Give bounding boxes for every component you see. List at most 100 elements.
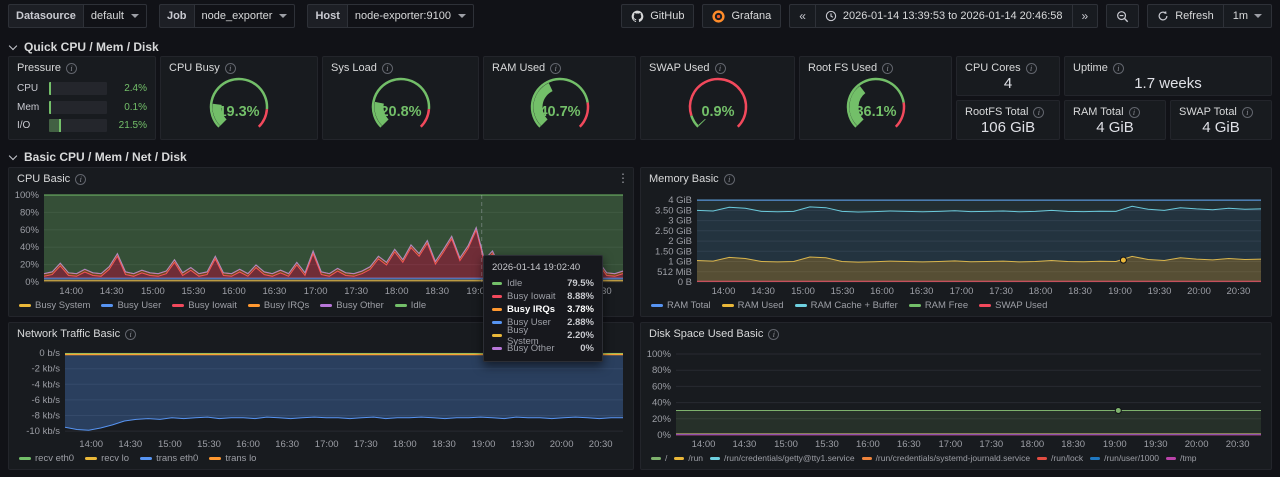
panel-title[interactable]: Network Traffic Basic xyxy=(17,328,120,340)
datasource-picker[interactable]: Datasource default xyxy=(8,4,147,28)
svg-text:15:00: 15:00 xyxy=(158,439,182,449)
info-icon[interactable]: i xyxy=(225,63,236,74)
svg-text:14:30: 14:30 xyxy=(733,439,757,449)
svg-text:14:30: 14:30 xyxy=(751,286,775,296)
legend-item[interactable]: / xyxy=(651,453,667,463)
legend-item[interactable]: Busy User xyxy=(101,300,161,311)
legend-item[interactable]: /run xyxy=(674,453,703,463)
host-value[interactable]: node-exporter:9100 xyxy=(347,4,474,28)
panel-disk-space-used-basic: Disk Space Used Basic i 0%20%40%60%80%100… xyxy=(640,322,1272,470)
svg-text:15:30: 15:30 xyxy=(197,439,221,449)
legend-item[interactable]: Busy IRQs xyxy=(248,300,309,311)
legend-item[interactable]: Busy System xyxy=(19,300,90,311)
legend-label: RAM Used xyxy=(738,300,784,311)
panel-title[interactable]: Pressure xyxy=(17,62,61,74)
tooltip-series-value: 3.78% xyxy=(567,304,594,315)
svg-text:19:30: 19:30 xyxy=(1148,286,1172,296)
info-icon[interactable]: i xyxy=(768,329,779,340)
legend-item[interactable]: RAM Free xyxy=(909,300,968,311)
pressure-bars: CPU 2.4% Mem 0.1% I/O 21.5% xyxy=(17,81,147,133)
stat-value: 106 GiB xyxy=(957,115,1059,139)
bar-gauge xyxy=(49,119,107,132)
job-value[interactable]: node_exporter xyxy=(194,4,296,28)
panel-pressure: Pressure i CPU 2.4% Mem 0.1% I/O 21.5% xyxy=(8,56,156,140)
tooltip-row: Busy Iowait8.88% xyxy=(492,290,594,303)
zoom-out-button[interactable] xyxy=(1106,4,1139,28)
legend-item[interactable]: /run/credentials/systemd-journald.servic… xyxy=(862,453,1030,463)
memory-basic-chart[interactable]: 0 B512 MiB1 GiB1.50 GiB2 GiB2.50 GiB3 Gi… xyxy=(645,190,1267,296)
legend-item[interactable]: Busy Other xyxy=(320,300,384,311)
legend-swatch xyxy=(862,457,872,460)
tooltip-series-swatch xyxy=(492,347,502,350)
svg-text:17:00: 17:00 xyxy=(950,286,974,296)
refresh-interval-dropdown[interactable]: 1m xyxy=(1223,4,1272,28)
legend-item[interactable]: trans lo xyxy=(209,453,256,464)
panel-menu-icon[interactable]: ⋮ xyxy=(617,171,629,185)
svg-text:20.8%: 20.8% xyxy=(380,104,421,120)
section-quick-cpu-mem-disk[interactable]: Quick CPU / Mem / Disk xyxy=(10,40,159,54)
legend-item[interactable]: RAM Total xyxy=(651,300,711,311)
section-title: Quick CPU / Mem / Disk xyxy=(24,40,159,54)
legend-item[interactable]: SWAP Used xyxy=(979,300,1047,311)
info-icon[interactable]: i xyxy=(550,63,561,74)
disk-space-chart[interactable]: 0%20%40%60%80%100%14:0014:3015:0015:3016… xyxy=(645,345,1267,449)
legend-item[interactable]: recv lo xyxy=(85,453,129,464)
host-picker[interactable]: Host node-exporter:9100 xyxy=(307,4,473,28)
legend-item[interactable]: /tmp xyxy=(1166,453,1197,463)
info-icon[interactable]: i xyxy=(75,174,86,185)
swap-used-gauge: 0.9% xyxy=(641,73,794,139)
legend-swatch xyxy=(722,304,734,307)
datasource-value[interactable]: default xyxy=(83,4,147,28)
legend-item[interactable]: Busy Iowait xyxy=(172,300,237,311)
info-icon[interactable]: i xyxy=(882,63,893,74)
legend-item[interactable]: /run/lock xyxy=(1037,453,1083,463)
legend-swatch xyxy=(85,457,97,460)
tooltip-series-name: Busy IRQs xyxy=(507,304,562,315)
github-link-button[interactable]: GitHub xyxy=(621,4,694,28)
memory-basic-legend: RAM Total RAM Used RAM Cache + Buffer RAM F… xyxy=(651,298,1267,312)
panel-ram-total: RAM Totali 4 GiB xyxy=(1064,100,1166,140)
legend-item[interactable]: /run/user/1000 xyxy=(1090,453,1159,463)
stat-value: 4 GiB xyxy=(1065,115,1165,139)
legend-label: trans eth0 xyxy=(156,453,198,464)
panel-title[interactable]: Disk Space Used Basic xyxy=(649,328,763,340)
legend-label: Busy Iowait xyxy=(188,300,237,311)
legend-swatch xyxy=(320,304,332,307)
grafana-link-button[interactable]: Grafana xyxy=(702,4,781,28)
time-shift-back-button[interactable]: « xyxy=(789,4,815,28)
stat-value: 4 xyxy=(957,71,1059,95)
legend-swatch xyxy=(1037,457,1047,460)
panel-title[interactable]: CPU Basic xyxy=(17,173,70,185)
info-icon[interactable]: i xyxy=(382,63,393,74)
legend-item[interactable]: /run/credentials/getty@tty1.service xyxy=(710,453,855,463)
cpu-busy-gauge: 19.3% xyxy=(161,73,317,139)
svg-text:17:30: 17:30 xyxy=(989,286,1013,296)
time-shift-forward-button[interactable]: » xyxy=(1072,4,1099,28)
info-icon[interactable]: i xyxy=(724,174,735,185)
legend-item[interactable]: RAM Cache + Buffer xyxy=(795,300,898,311)
job-picker[interactable]: Job node_exporter xyxy=(159,4,296,28)
legend-item[interactable]: recv eth0 xyxy=(19,453,74,464)
legend-item[interactable]: trans eth0 xyxy=(140,453,198,464)
time-range-picker[interactable]: 2026-01-14 13:39:53 to 2026-01-14 20:46:… xyxy=(815,4,1072,28)
tooltip-series-name: Idle xyxy=(507,278,562,289)
svg-text:18:00: 18:00 xyxy=(385,286,409,296)
svg-text:15:00: 15:00 xyxy=(791,286,815,296)
info-icon[interactable]: i xyxy=(125,329,136,340)
info-icon[interactable]: i xyxy=(715,63,726,74)
legend-item[interactable]: RAM Used xyxy=(722,300,784,311)
refresh-button[interactable]: Refresh xyxy=(1147,4,1223,28)
svg-text:14:30: 14:30 xyxy=(118,439,142,449)
panel-title[interactable]: Memory Basic xyxy=(649,173,719,185)
bar-value: 0.1% xyxy=(113,102,147,113)
info-icon[interactable]: i xyxy=(66,63,77,74)
section-basic-cpu-mem-net-disk[interactable]: Basic CPU / Mem / Net / Disk xyxy=(10,150,187,164)
legend-label: trans lo xyxy=(225,453,256,464)
bar-value: 2.4% xyxy=(113,83,147,94)
svg-text:15:30: 15:30 xyxy=(182,286,206,296)
toolbar-actions: GitHub Grafana « 2026-01-14 13:39:53 to … xyxy=(621,4,1272,28)
svg-text:18:00: 18:00 xyxy=(1020,439,1044,449)
legend-label: recv eth0 xyxy=(35,453,74,464)
legend-item[interactable]: Idle xyxy=(395,300,426,311)
legend-label: /run/lock xyxy=(1051,453,1083,463)
